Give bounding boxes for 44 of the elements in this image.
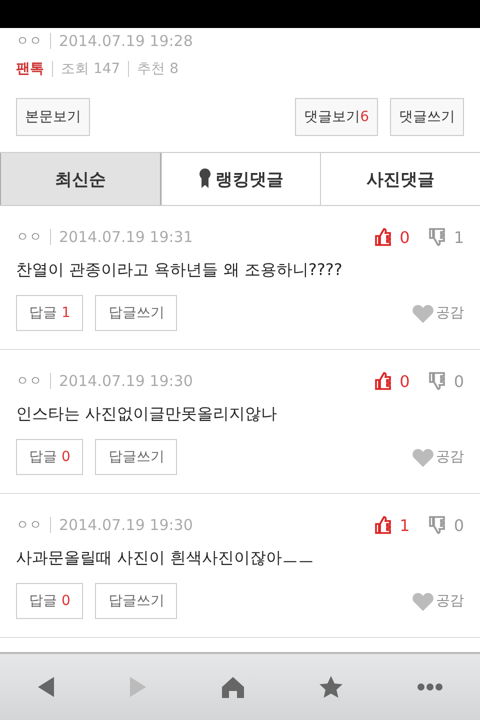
- dislike-count: 0: [454, 372, 464, 390]
- thumbs-up-icon[interactable]: [374, 228, 392, 246]
- like-count: 0: [400, 372, 410, 390]
- dislike-count: 0: [454, 516, 464, 534]
- action-button[interactable]: 댓글보기 6: [295, 98, 378, 136]
- medal-icon: [198, 168, 210, 190]
- author-name: ㅇㅇ: [16, 373, 42, 390]
- tab[interactable]: 최신순: [0, 153, 161, 205]
- recommend-count: 추천 8: [137, 60, 179, 78]
- comment-date: 2014.07.19 19:31: [59, 228, 193, 246]
- comment-text: 인스타는 사진없이글만못올리지않나: [16, 404, 278, 425]
- comment-date: 2014.07.19 19:30: [59, 372, 193, 390]
- write-reply-button[interactable]: 답글쓰기: [95, 439, 178, 475]
- write-reply-button[interactable]: 답글쓰기: [95, 583, 178, 619]
- like-count: 1: [400, 516, 410, 534]
- thumbs-up-icon[interactable]: [374, 372, 392, 390]
- reply-button[interactable]: 답글 0: [16, 439, 84, 475]
- thumbs-down-icon[interactable]: [428, 516, 446, 534]
- comment-text: 사과문올릴때 사진이 흰색사진이잖아ㅡㅡ: [16, 548, 316, 569]
- empathy-label[interactable]: 공감: [436, 304, 464, 322]
- empathy-label[interactable]: 공감: [436, 448, 464, 466]
- view-count: 조회 147: [61, 60, 120, 78]
- like-count: 0: [400, 228, 410, 246]
- thumbs-up-icon[interactable]: [374, 516, 392, 534]
- comment-date: 2014.07.19 19:30: [59, 516, 193, 534]
- home-icon[interactable]: [221, 676, 245, 698]
- category-link[interactable]: 팬톡: [16, 60, 44, 78]
- thumbs-down-icon[interactable]: [428, 372, 446, 390]
- reply-button[interactable]: 답글 0: [16, 583, 84, 619]
- write-reply-button[interactable]: 답글쓰기: [95, 295, 178, 331]
- author-name: ㅇㅇ: [16, 229, 42, 246]
- post-date: 2014.07.19 19:28: [59, 32, 193, 50]
- thumbs-down-icon[interactable]: [428, 228, 446, 246]
- comment-text: 찬열이 관종이라고 욕하년들 왜 조용하니????: [16, 260, 344, 281]
- back-icon[interactable]: [37, 676, 55, 698]
- empathy-label[interactable]: 공감: [436, 592, 464, 610]
- author-name: ㅇㅇ: [16, 33, 42, 50]
- action-button[interactable]: 댓글쓰기: [390, 98, 464, 136]
- star-icon[interactable]: [319, 676, 343, 698]
- reply-button[interactable]: 답글 1: [16, 295, 84, 331]
- author-name: ㅇㅇ: [16, 517, 42, 534]
- action-button[interactable]: 본문보기: [16, 98, 90, 136]
- more-icon[interactable]: [417, 683, 443, 691]
- dislike-count: 1: [454, 228, 464, 246]
